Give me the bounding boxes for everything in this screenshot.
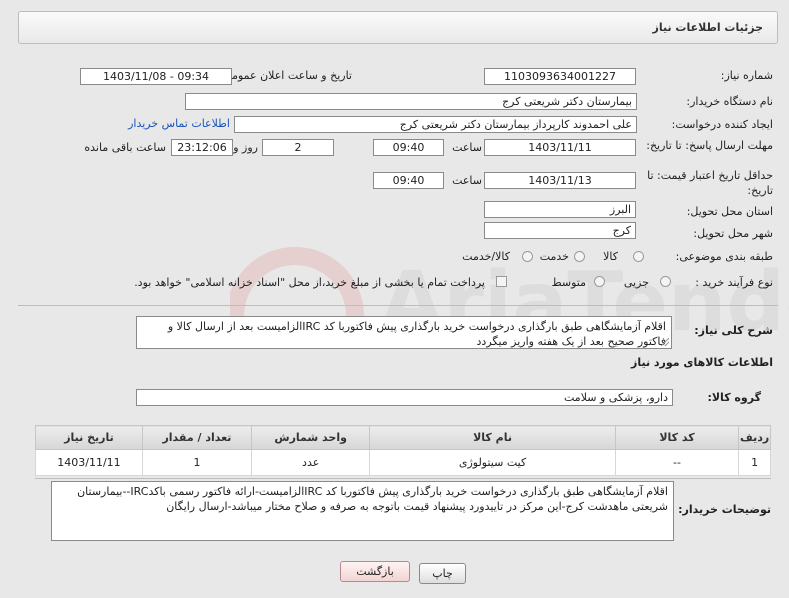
- announce-date-field: 1403/11/08 - 09:34: [80, 68, 232, 85]
- divider: [35, 478, 771, 479]
- col-goods-name: نام کالا: [369, 425, 616, 450]
- goods-section-title: اطلاعات کالاهای مورد نیاز: [631, 356, 773, 369]
- header-panel: جزئیات اطلاعات نیاز: [18, 11, 778, 44]
- buyer-org-label: نام دستگاه خریدار:: [686, 95, 773, 108]
- description-label: شرح کلی نیاز:: [694, 324, 773, 337]
- back-button[interactable]: بازگشت: [340, 561, 410, 582]
- category-option-both: کالا/خدمت: [462, 250, 510, 263]
- col-goods-code: کد کالا: [614, 425, 740, 450]
- city-field: کرج: [484, 222, 636, 239]
- cell-unit: عدد: [250, 449, 371, 476]
- cell-goods-name: کیت سیتولوژی: [369, 449, 616, 476]
- category-option-goods: کالا: [603, 250, 618, 263]
- days-count-field: 2: [262, 139, 334, 156]
- treasury-payment-note: پرداخت تمام یا بخشی از مبلغ خرید،از محل …: [134, 276, 485, 289]
- price-validity-label: حداقل تاریخ اعتبار قیمت: تا تاریخ:: [647, 169, 773, 197]
- goods-group-field: دارو، پزشکی و سلامت: [136, 389, 673, 406]
- goods-table: ردیف کد کالا نام کالا واحد شمارش تعداد /…: [35, 425, 771, 476]
- province-label: استان محل تحویل:: [686, 205, 773, 218]
- description-text: اقلام آزمایشگاهی طبق بارگذاری درخواست خر…: [167, 320, 666, 348]
- treasury-payment-checkbox[interactable]: [496, 276, 507, 287]
- deadline-date-field: 1403/11/11: [484, 139, 636, 156]
- requester-field: علی احمدوند کارپرداز بیمارستان دکتر شریع…: [234, 116, 637, 133]
- price-validity-date-field: 1403/11/13: [484, 172, 636, 189]
- description-textarea[interactable]: اقلام آزمایشگاهی طبق بارگذاری درخواست خر…: [136, 316, 672, 349]
- province-field: البرز: [484, 201, 636, 218]
- resize-handle-icon[interactable]: [661, 338, 669, 346]
- price-validity-time-field: 09:40: [373, 172, 444, 189]
- cell-goods-code: --: [614, 449, 740, 476]
- buyer-notes-text: اقلام آزمایشگاهی طبق بارگذاری درخواست خر…: [77, 485, 668, 513]
- need-number-field: 1103093634001227: [484, 68, 636, 85]
- city-label: شهر محل تحویل:: [693, 227, 773, 240]
- buyer-notes-label: توضیحات خریدار:: [678, 503, 771, 516]
- table-header-row: ردیف کد کالا نام کالا واحد شمارش تعداد /…: [35, 425, 771, 450]
- goods-group-label: گروه کالا:: [707, 391, 761, 404]
- process-radio-medium[interactable]: [594, 276, 605, 287]
- category-label: طبقه بندی موضوعی:: [675, 250, 773, 263]
- requester-label: ایجاد کننده درخواست:: [671, 118, 773, 131]
- buyer-notes-textarea[interactable]: اقلام آزمایشگاهی طبق بارگذاری درخواست خر…: [51, 481, 674, 541]
- table-row: 1 -- کیت سیتولوژی عدد 1 1403/11/11: [35, 449, 771, 476]
- days-label: روز و: [233, 141, 258, 154]
- deadline-label: مهلت ارسال پاسخ: تا تاریخ:: [646, 139, 773, 152]
- category-radio-service[interactable]: [574, 251, 585, 262]
- col-row-number: ردیف: [738, 425, 771, 450]
- cell-quantity: 1: [141, 449, 252, 476]
- category-radio-both[interactable]: [522, 251, 533, 262]
- col-unit: واحد شمارش: [250, 425, 371, 450]
- category-radio-goods[interactable]: [633, 251, 644, 262]
- page-title: جزئیات اطلاعات نیاز: [652, 21, 764, 34]
- col-need-date: تاریخ نیاز: [35, 425, 143, 450]
- print-button[interactable]: چاپ: [419, 563, 466, 584]
- price-validity-time-label: ساعت: [452, 174, 482, 187]
- need-number-label: شماره نیاز:: [720, 69, 773, 82]
- col-quantity: تعداد / مقدار: [141, 425, 252, 450]
- deadline-time-label: ساعت: [452, 141, 482, 154]
- announce-label: تاریخ و ساعت اعلان عمومی:: [219, 69, 352, 82]
- cell-need-date: 1403/11/11: [35, 449, 143, 476]
- category-option-service: خدمت: [539, 250, 569, 263]
- remaining-time-field: 23:12:06: [171, 139, 233, 156]
- process-option-medium: متوسط: [551, 276, 586, 289]
- buyer-org-field: بیمارستان دکتر شریعتی کرج: [185, 93, 637, 110]
- divider: [18, 305, 778, 306]
- remaining-label: ساعت باقی مانده: [84, 141, 166, 154]
- cell-row-number: 1: [738, 449, 771, 476]
- process-option-minor: جزیی: [623, 276, 649, 289]
- process-label: نوع فرآیند خرید :: [695, 276, 773, 289]
- deadline-time-field: 09:40: [373, 139, 444, 156]
- contact-info-link[interactable]: اطلاعات تماس خریدار: [128, 117, 230, 130]
- process-radio-minor[interactable]: [660, 276, 671, 287]
